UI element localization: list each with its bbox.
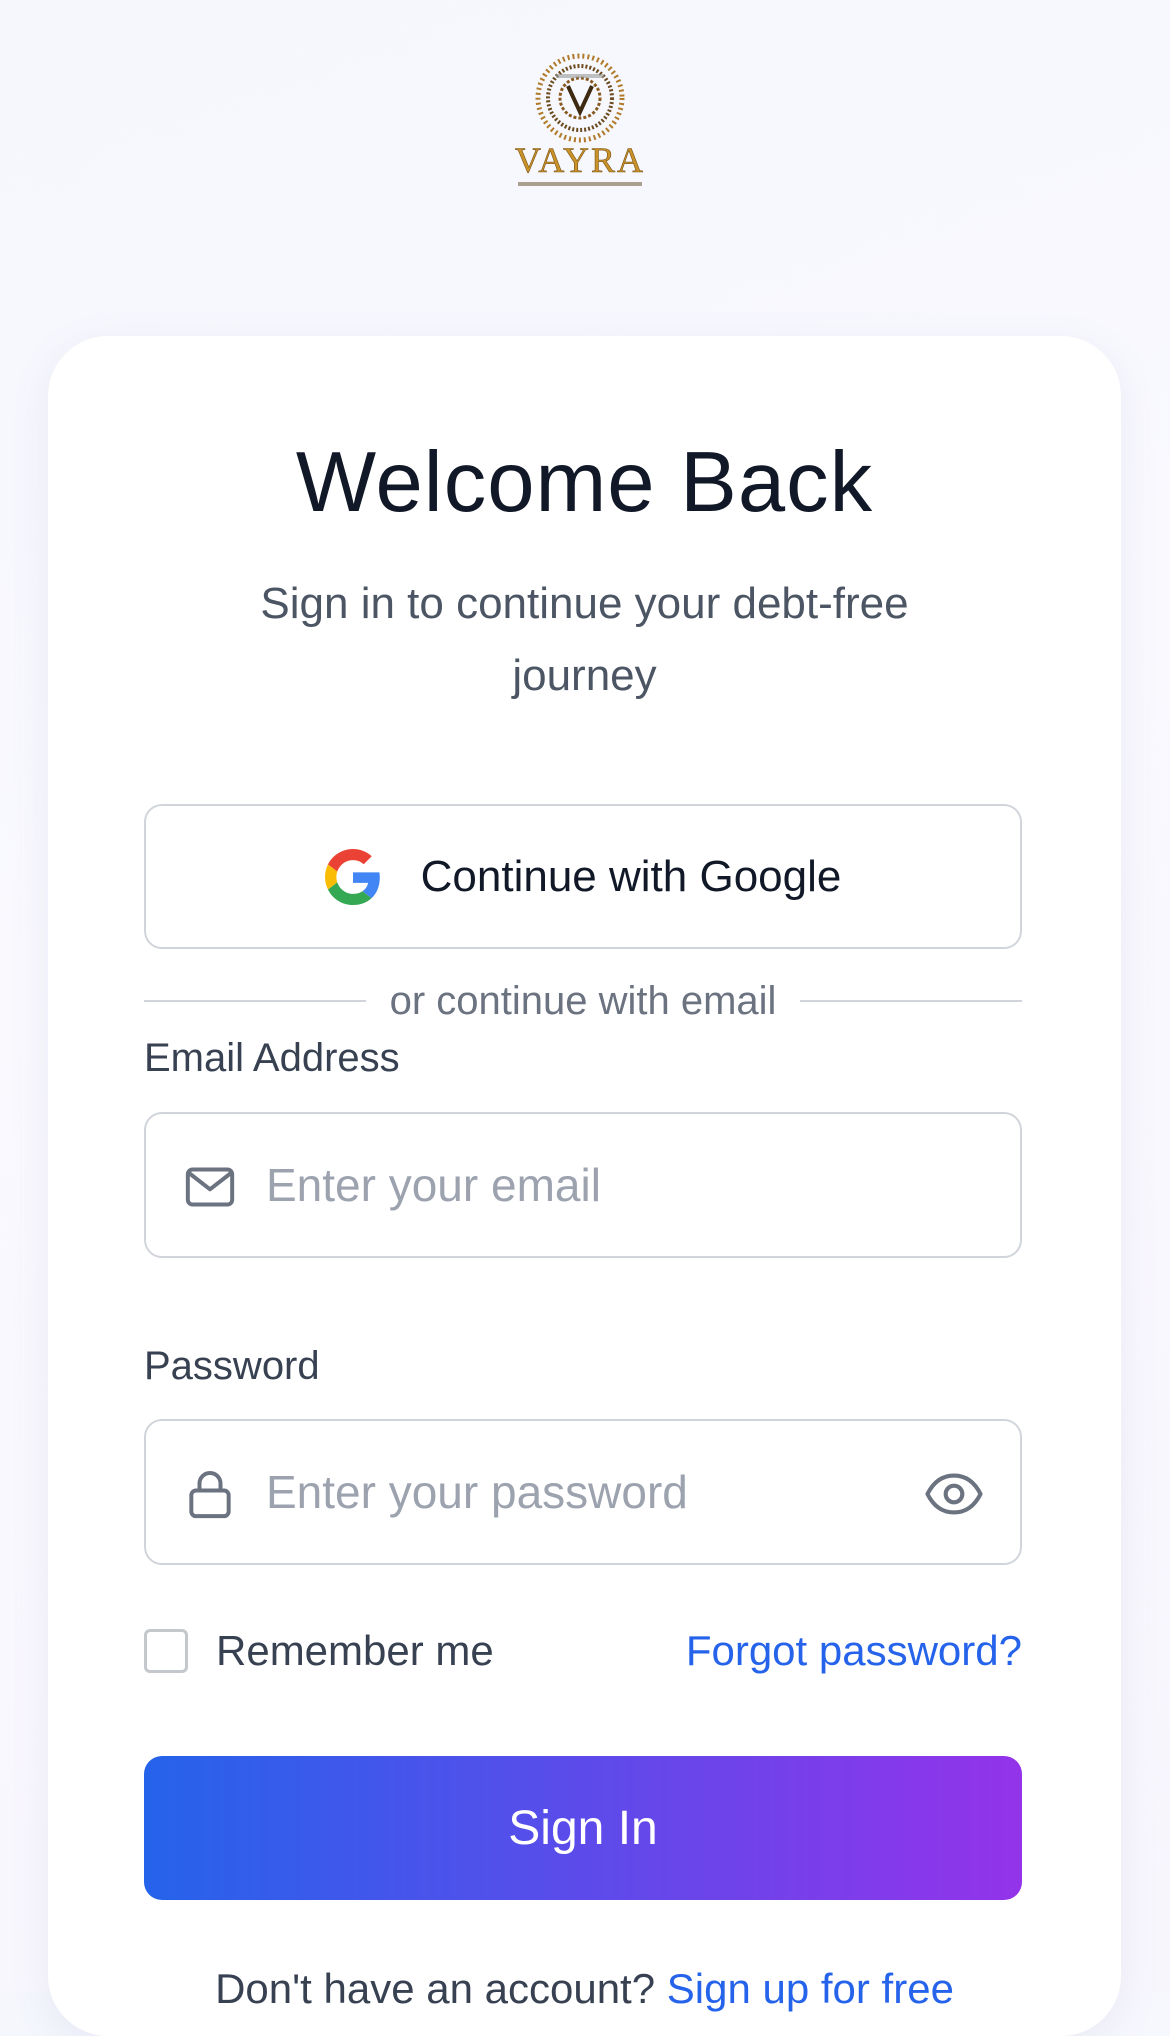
divider-line-left xyxy=(144,1000,366,1002)
remember-me-checkbox[interactable] xyxy=(144,1629,188,1673)
email-label: Email Address xyxy=(144,1036,400,1080)
lock-icon xyxy=(189,1471,231,1519)
brand-logo: VAYRA xyxy=(508,50,652,200)
password-field[interactable] xyxy=(144,1419,1022,1565)
sign-in-button[interactable]: Sign In xyxy=(144,1756,1022,1900)
password-label: Password xyxy=(144,1344,320,1388)
divider: or continue with email xyxy=(144,974,1023,1028)
mail-icon xyxy=(185,1167,235,1207)
vayra-logo-icon: VAYRA xyxy=(515,53,645,186)
signup-link[interactable]: Sign up for free xyxy=(667,1965,954,2012)
divider-text: or continue with email xyxy=(389,978,777,1023)
email-input[interactable] xyxy=(266,1114,926,1256)
signup-prompt: Don't have an account? Sign up for free xyxy=(48,1968,1121,2010)
remember-me-label: Remember me xyxy=(216,1627,494,1674)
divider-line-right xyxy=(800,1000,1023,1002)
login-card: Welcome Back Sign in to continue your de… xyxy=(48,336,1121,2036)
eye-icon[interactable] xyxy=(924,1466,984,1522)
forgot-password-link[interactable]: Forgot password? xyxy=(686,1626,1022,1676)
email-field[interactable] xyxy=(144,1112,1022,1258)
page-subtitle: Sign in to continue your debt-free journ… xyxy=(260,579,909,700)
google-icon xyxy=(324,848,380,905)
sign-in-label: Sign In xyxy=(508,1801,658,1855)
signup-prompt-text: Don't have an account? xyxy=(215,1965,656,2012)
password-input[interactable] xyxy=(266,1421,926,1563)
svg-text:VAYRA: VAYRA xyxy=(515,140,645,180)
remember-me-toggle[interactable]: Remember me xyxy=(144,1626,494,1676)
page-title: Welcome Back xyxy=(295,435,874,530)
continue-with-google-button[interactable]: Continue with Google xyxy=(144,804,1022,949)
google-button-label: Continue with Google xyxy=(420,851,842,901)
